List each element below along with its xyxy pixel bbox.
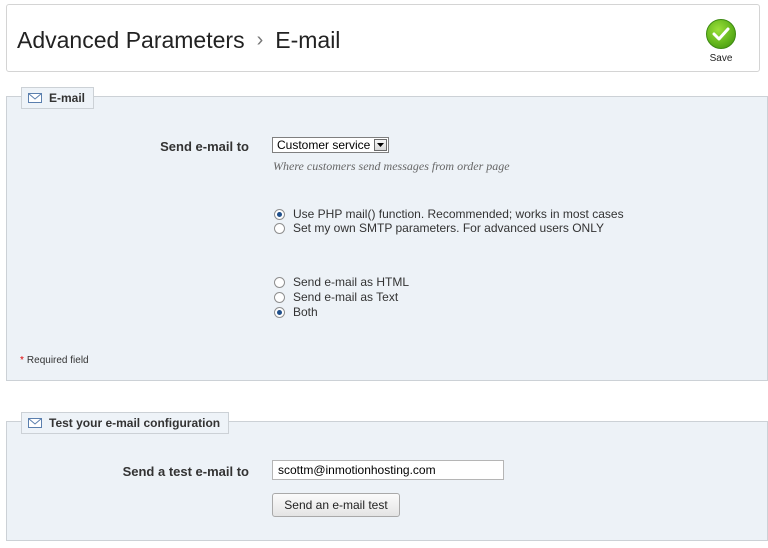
send-test-button[interactable]: Send an e-mail test <box>272 493 400 517</box>
send-test-label: Send a test e-mail to <box>122 464 249 479</box>
required-star: * <box>20 355 24 366</box>
radio-label: Send e-mail as HTML <box>293 275 410 289</box>
breadcrumb-parent[interactable]: Advanced Parameters <box>17 27 245 53</box>
radio-button[interactable] <box>274 208 285 220</box>
page-title: E-mail <box>275 27 341 53</box>
radio-format-both[interactable]: Both <box>274 305 318 319</box>
radio-label: Both <box>293 305 318 319</box>
send-to-selected: Customer service <box>277 138 371 152</box>
radio-label: Use PHP mail() function. Recommended; wo… <box>293 207 624 221</box>
save-button[interactable]: Save <box>703 19 739 64</box>
radio-button[interactable] <box>274 291 285 303</box>
send-to-hint: Where customers send messages from order… <box>273 159 510 173</box>
radio-smtp[interactable]: Set my own SMTP parameters. For advanced… <box>274 221 604 235</box>
test-email-input[interactable] <box>272 460 504 480</box>
envelope-icon <box>28 93 42 103</box>
required-field-note: * Required field <box>20 355 89 366</box>
breadcrumb-separator: › <box>256 29 264 51</box>
checkmark-icon <box>706 19 736 49</box>
page-header: Advanced Parameters › E-mail Save <box>6 4 760 72</box>
breadcrumb: Advanced Parameters › E-mail <box>17 27 340 54</box>
email-panel-legend: E-mail <box>21 87 95 109</box>
send-to-select[interactable]: Customer service <box>272 137 389 153</box>
save-label: Save <box>709 53 733 64</box>
send-to-label: Send e-mail to <box>160 139 249 154</box>
radio-format-html[interactable]: Send e-mail as HTML <box>274 275 409 289</box>
email-panel: E-mail Send e-mail to Customer service W… <box>6 87 768 381</box>
radio-button[interactable] <box>274 222 285 234</box>
radio-button[interactable] <box>274 306 285 318</box>
radio-format-text[interactable]: Send e-mail as Text <box>274 290 398 304</box>
radio-php-mail[interactable]: Use PHP mail() function. Recommended; wo… <box>274 207 624 221</box>
test-email-panel: Test your e-mail configuration Send a te… <box>6 412 768 541</box>
test-panel-legend: Test your e-mail configuration <box>21 412 230 434</box>
radio-button[interactable] <box>274 276 285 288</box>
test-panel-title: Test your e-mail configuration <box>49 416 221 430</box>
email-panel-title: E-mail <box>49 91 86 105</box>
radio-label: Send e-mail as Text <box>293 290 399 304</box>
envelope-icon <box>28 418 42 428</box>
required-text: Required field <box>26 355 89 366</box>
chevron-down-icon[interactable] <box>374 139 387 151</box>
radio-label: Set my own SMTP parameters. For advanced… <box>293 221 605 235</box>
